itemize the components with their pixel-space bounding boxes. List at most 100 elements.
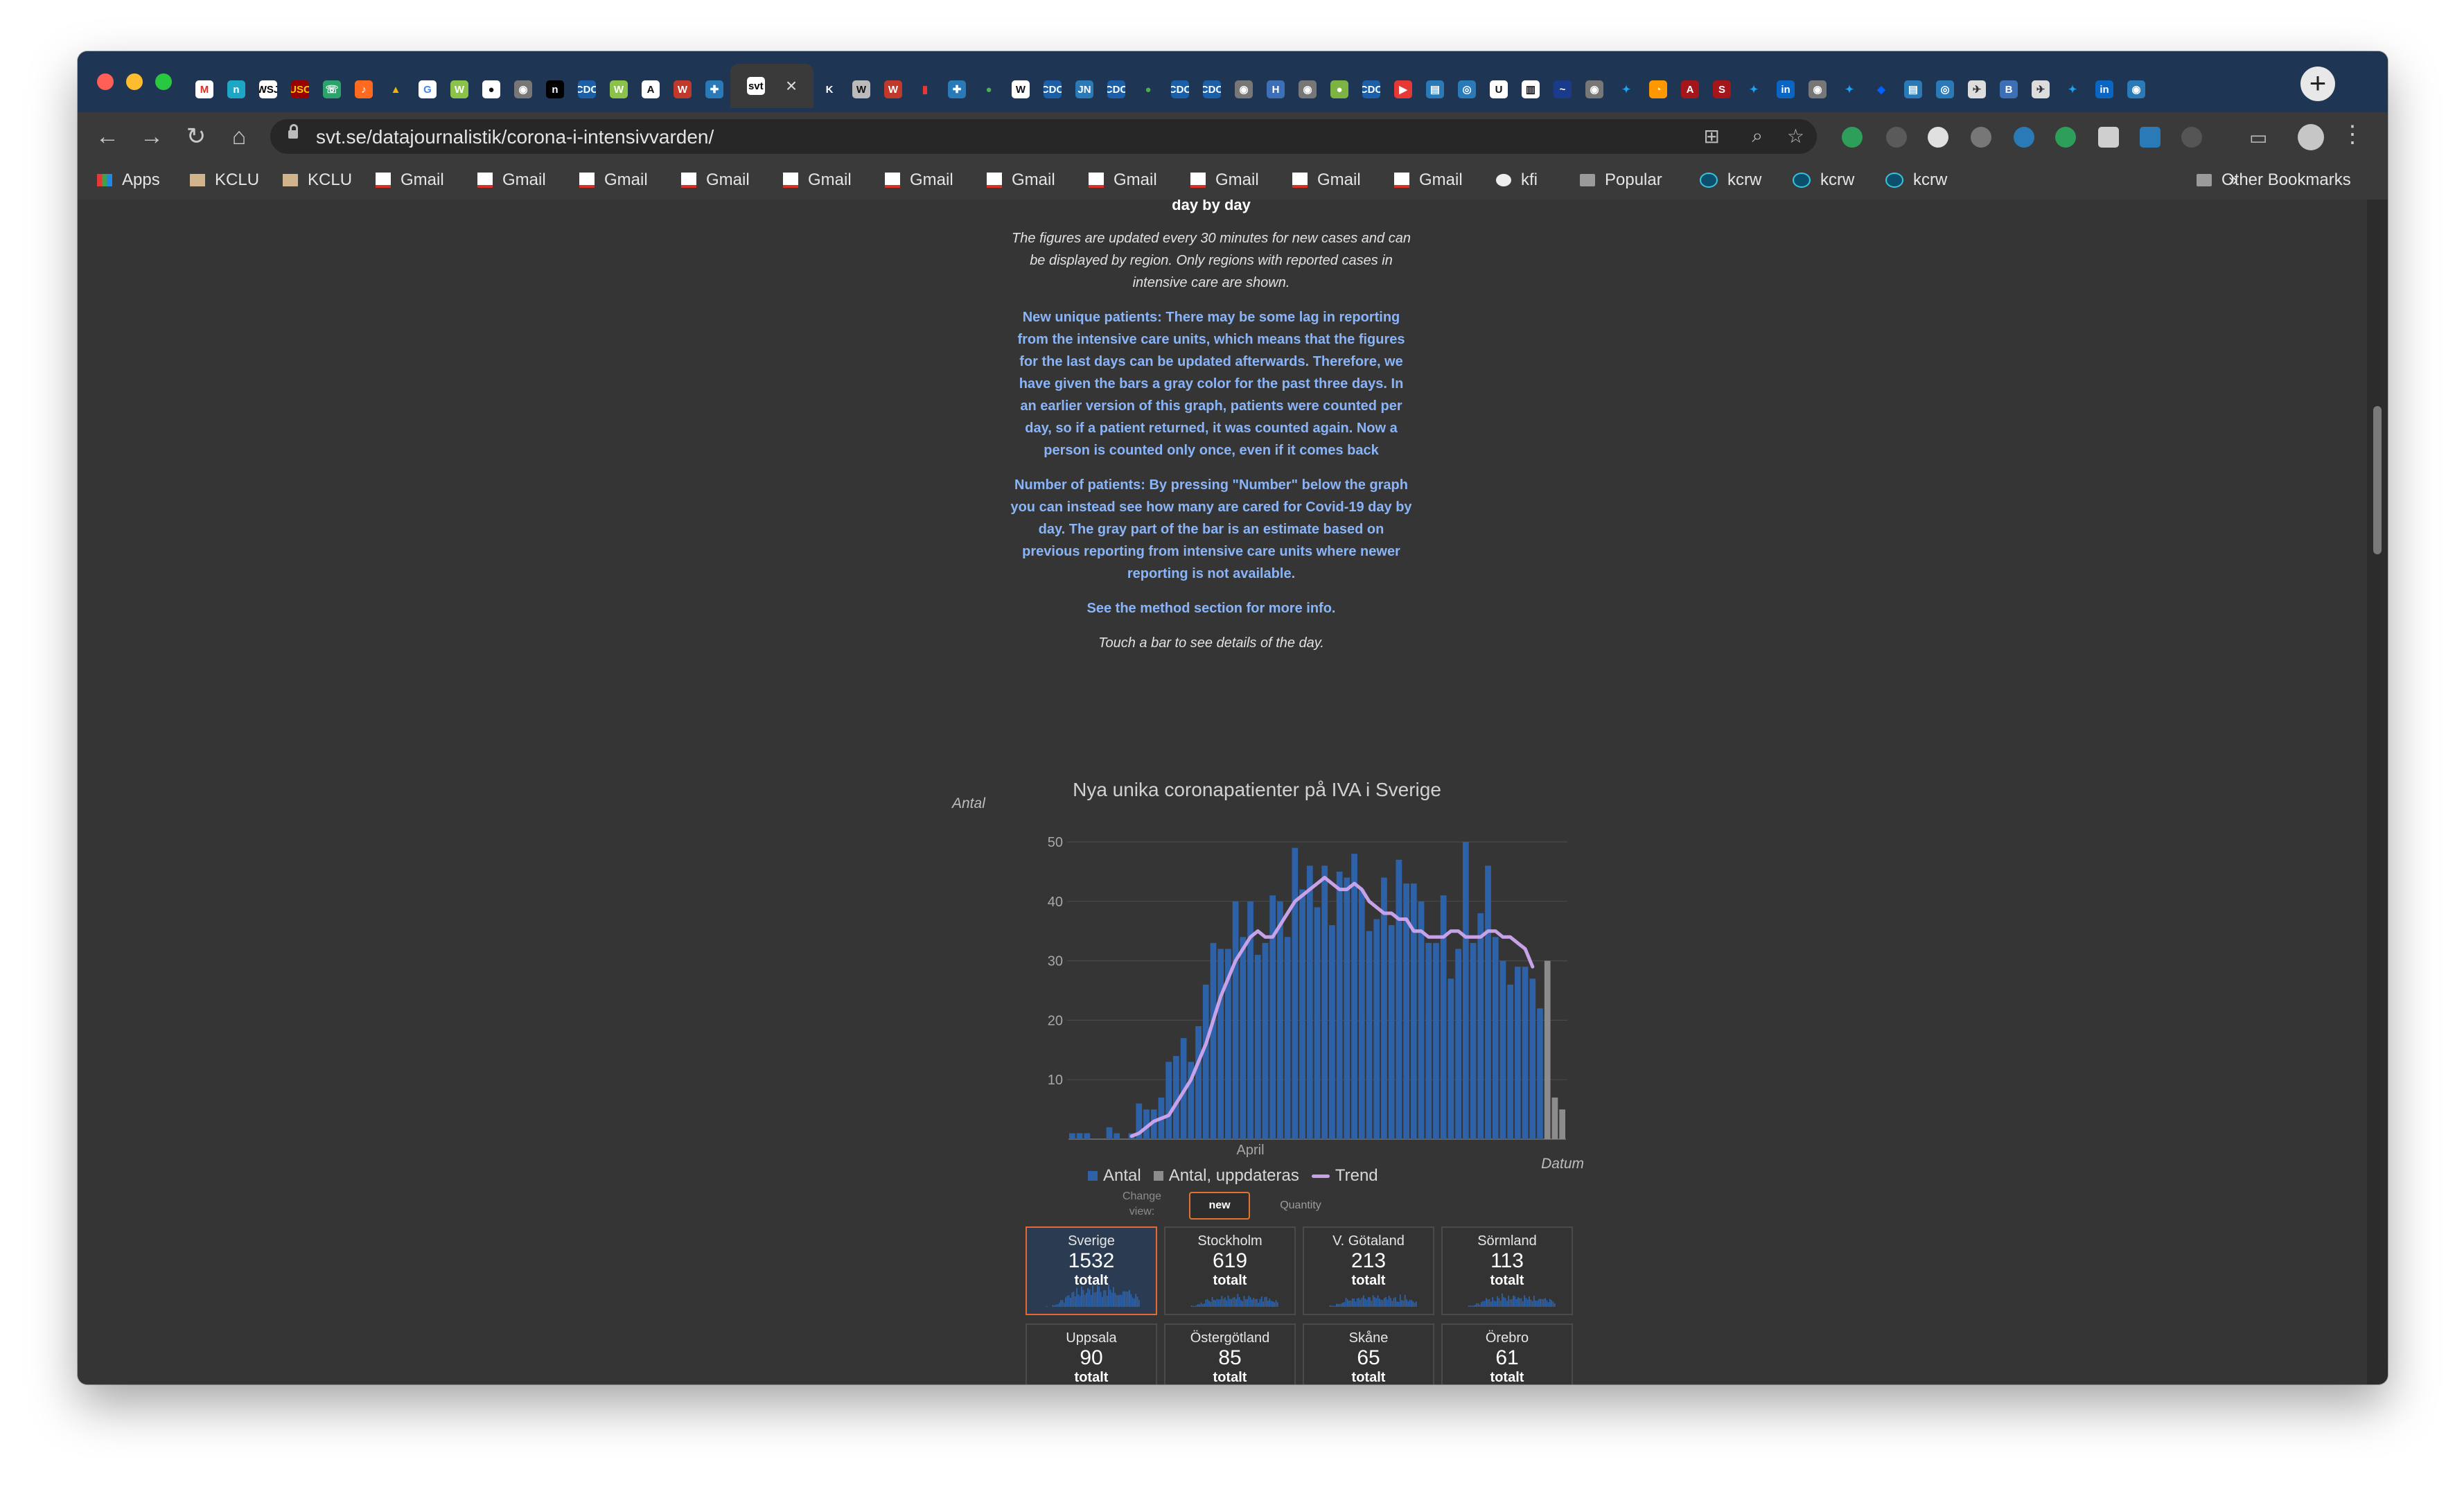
bookmark-gmail-6[interactable]: Gmail xyxy=(885,169,953,191)
region-card[interactable]: Skåne 65 totalt xyxy=(1303,1323,1434,1384)
bar-antal[interactable] xyxy=(1433,942,1439,1139)
other-bookmarks[interactable]: Other Bookmarks xyxy=(2197,169,2351,191)
bar-antal[interactable] xyxy=(1499,960,1506,1139)
region-card[interactable]: Örebro 61 totalt xyxy=(1441,1323,1573,1384)
bar-antal[interactable] xyxy=(1299,889,1305,1139)
wikipedia-tab[interactable]: W xyxy=(1005,71,1037,108)
extension-star-icon[interactable] xyxy=(2014,127,2034,148)
cdc-tab[interactable]: CDC xyxy=(571,71,603,108)
bar-antal[interactable] xyxy=(1262,942,1269,1139)
bar-antal[interactable] xyxy=(1106,1127,1113,1139)
bar-antal[interactable] xyxy=(1284,937,1291,1139)
forward-arrow-icon[interactable]: → xyxy=(136,121,168,152)
tab-38[interactable]: ▤ xyxy=(1419,71,1451,108)
extension-b2-icon[interactable] xyxy=(2140,127,2161,148)
bar-antal[interactable] xyxy=(1455,949,1461,1139)
bar-antal[interactable] xyxy=(1485,865,1491,1139)
extension-b-icon[interactable] xyxy=(2098,127,2119,148)
translate-icon[interactable]: ⊞ xyxy=(1704,125,1720,148)
tab-40[interactable]: U xyxy=(1483,71,1515,108)
linkedin-tab[interactable]: in xyxy=(1770,71,1802,108)
bookmark-gmail-10[interactable]: Gmail xyxy=(1292,169,1361,191)
bookmark-kfi[interactable]: kfi xyxy=(1496,169,1538,191)
bookmark-gmail-1[interactable]: Gmail xyxy=(376,169,444,191)
tab-53[interactable]: ▤ xyxy=(1897,71,1929,108)
bar-antal[interactable] xyxy=(1254,955,1261,1139)
google-tab[interactable]: G xyxy=(412,71,443,108)
bookmark-gmail-7[interactable]: Gmail xyxy=(987,169,1055,191)
bookmark-apps[interactable]: Apps xyxy=(97,169,160,191)
menu-kebab-icon[interactable]: ⋮ xyxy=(2341,121,2364,148)
bookmark-gmail-9[interactable]: Gmail xyxy=(1190,169,1259,191)
linkedin-tab-2[interactable]: in xyxy=(2088,71,2120,108)
bar-antal[interactable] xyxy=(1462,842,1469,1139)
bookmark-popular[interactable]: Popular xyxy=(1580,169,1662,191)
tab-56[interactable]: B xyxy=(1993,71,2025,108)
bookmark-kcrw-3[interactable]: kcrw xyxy=(1885,169,1947,191)
bar-antal[interactable] xyxy=(1366,931,1373,1139)
bar-antal[interactable] xyxy=(1470,942,1477,1139)
bookmark-gmail-11[interactable]: Gmail xyxy=(1394,169,1463,191)
region-card[interactable]: Östergötland 85 totalt xyxy=(1164,1323,1296,1384)
icu-bar-chart[interactable]: 1020304050AprilMajDatum xyxy=(965,809,1588,1170)
bar-antal[interactable] xyxy=(1321,865,1328,1139)
bookmark-kcrw-2[interactable]: kcrw xyxy=(1793,169,1854,191)
bar-antal[interactable] xyxy=(1410,883,1417,1139)
bar-antal[interactable] xyxy=(1306,865,1313,1139)
twitter-tab-3[interactable]: ✦ xyxy=(1833,71,1865,108)
tab-35[interactable]: ● xyxy=(1323,71,1355,108)
bar-antal[interactable] xyxy=(1447,978,1454,1139)
back-arrow-icon[interactable]: ← xyxy=(91,121,123,152)
twitter-tab-2[interactable]: ✦ xyxy=(1738,71,1770,108)
tab-46[interactable]: A xyxy=(1674,71,1706,108)
bar-antal[interactable] xyxy=(1373,919,1380,1139)
bar-antal[interactable] xyxy=(1440,895,1447,1139)
github-tab[interactable]: ● xyxy=(475,71,507,108)
bar-antal-uppdateras[interactable] xyxy=(1559,1109,1565,1139)
tab-55[interactable]: ✈ xyxy=(1961,71,1993,108)
bar-antal[interactable] xyxy=(1418,901,1425,1139)
wsj-tab[interactable]: WSJ xyxy=(252,71,284,108)
bookmark-star-icon[interactable]: ☆ xyxy=(1787,125,1804,148)
region-card[interactable]: Stockholm 619 totalt xyxy=(1164,1226,1296,1315)
address-bar[interactable]: svt.se/datajournalistik/corona-i-intensi… xyxy=(270,119,1817,154)
tab-2[interactable]: n xyxy=(220,71,252,108)
cdc-tab-3[interactable]: CDC xyxy=(1100,71,1132,108)
view-quantity-button[interactable]: Quantity xyxy=(1262,1193,1339,1218)
extension-circle-icon[interactable] xyxy=(1886,127,1907,148)
bar-antal[interactable] xyxy=(1507,984,1513,1139)
extension-record-icon[interactable] xyxy=(1928,127,1948,148)
bar-antal[interactable] xyxy=(1351,854,1357,1139)
bar-antal[interactable] xyxy=(1358,889,1365,1139)
tab-29[interactable]: ● xyxy=(1132,71,1164,108)
usc-tab[interactable]: USC xyxy=(284,71,316,108)
cast-icon[interactable]: ▭ xyxy=(2249,126,2267,149)
tab-5[interactable]: ☏ xyxy=(316,71,348,108)
tab-close-icon[interactable]: × xyxy=(786,75,797,97)
tab-54[interactable]: ◎ xyxy=(1929,71,1961,108)
bar-antal[interactable] xyxy=(1195,1026,1202,1139)
bookmark-kcrw-1[interactable]: kcrw xyxy=(1700,169,1761,191)
bar-antal[interactable] xyxy=(1396,859,1402,1139)
tab-43[interactable]: ◉ xyxy=(1578,71,1610,108)
bar-antal[interactable] xyxy=(1381,877,1387,1139)
tab-23[interactable]: ✚ xyxy=(941,71,973,108)
region-card[interactable]: Sverige 1532 totalt xyxy=(1026,1226,1157,1315)
bar-antal-uppdateras[interactable] xyxy=(1551,1097,1558,1139)
bookmark-kclu-1[interactable]: KCLU xyxy=(190,169,259,191)
drive-tab[interactable]: ▲ xyxy=(380,71,412,108)
bookmark-gmail-8[interactable]: Gmail xyxy=(1089,169,1157,191)
reload-icon[interactable]: ↻ xyxy=(180,121,212,152)
bar-antal[interactable] xyxy=(1210,942,1217,1139)
bar-antal[interactable] xyxy=(1232,901,1239,1139)
scrollbar-thumb[interactable] xyxy=(2373,406,2382,554)
profile-avatar[interactable] xyxy=(2298,124,2324,150)
bar-antal[interactable] xyxy=(1314,907,1321,1139)
cdc-tab-5[interactable]: CDC xyxy=(1196,71,1228,108)
bar-antal[interactable] xyxy=(1388,925,1395,1139)
zoom-icon[interactable]: ⌕ xyxy=(1752,125,1763,148)
tab-24[interactable]: ● xyxy=(973,71,1005,108)
bookmark-kclu-2[interactable]: KCLU xyxy=(283,169,352,191)
cdc-tab-4[interactable]: CDC xyxy=(1164,71,1196,108)
bar-antal[interactable] xyxy=(1336,871,1343,1139)
